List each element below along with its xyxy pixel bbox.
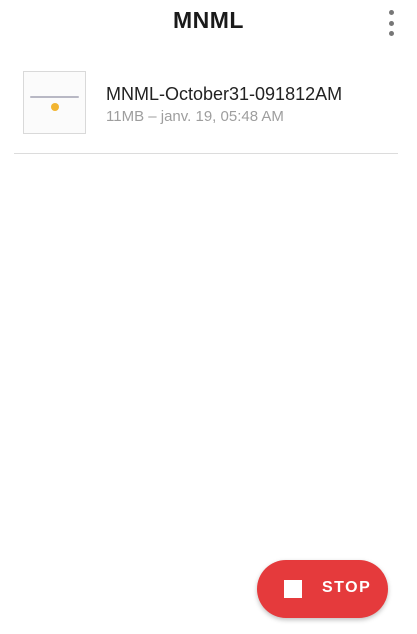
menu-dot	[388, 10, 394, 15]
app-bar: MNML	[0, 0, 417, 44]
app-screen: MNML MNML-October31-091812AM 11MB – janv…	[0, 0, 417, 634]
more-vert-icon[interactable]	[379, 10, 403, 36]
menu-dot	[388, 20, 394, 26]
stop-label: STOP	[322, 579, 372, 596]
menu-dot	[388, 31, 394, 36]
thumbnail-content	[30, 96, 79, 98]
app-title: MNML	[173, 7, 244, 33]
recording-list-item[interactable]: MNML-October31-091812AM 11MB – janv. 19,…	[14, 60, 398, 154]
thumbnail-emoji	[51, 103, 59, 111]
recording-title: MNML-October31-091812AM	[106, 84, 343, 104]
video-thumbnail	[23, 71, 86, 134]
stop-icon	[284, 580, 302, 598]
stop-recording-button[interactable]: STOP	[257, 560, 388, 618]
recording-meta: 11MB – janv. 19, 05:48 AM	[106, 108, 284, 125]
